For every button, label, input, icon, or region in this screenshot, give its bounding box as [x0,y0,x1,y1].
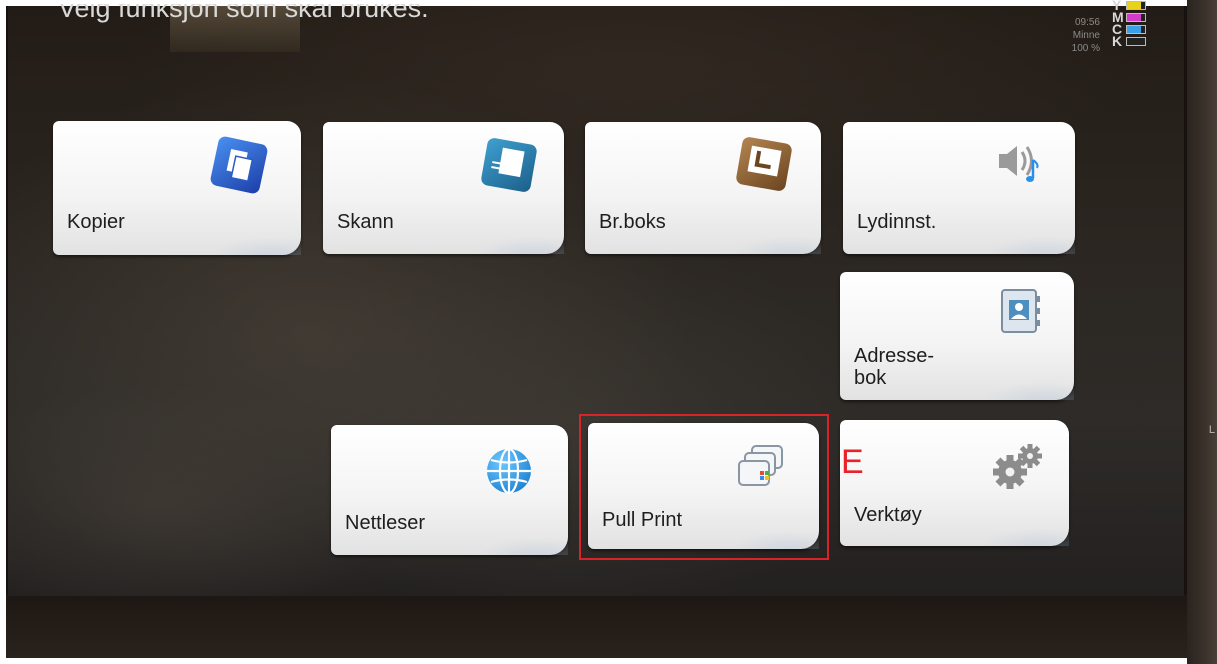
tile-verktoy[interactable]: Verktøy [840,420,1069,546]
bezel-right [1187,0,1217,664]
tile-sheen [985,216,1075,254]
tile-sheen [211,217,301,255]
tile-adressebok[interactable]: Adresse- bok [840,272,1074,400]
printer-panel-photo: Velg funksjon som skal brukes. 09:56 Min… [0,0,1217,664]
scan-icon [478,135,540,200]
memory-label: Minne [1072,30,1100,41]
tile-brboks[interactable]: Br.boks [585,122,821,254]
tile-sheen [731,216,821,254]
speaker-icon [995,138,1045,189]
tile-nettleser[interactable]: Nettleser [331,425,568,555]
annotation-letter: E [841,443,864,481]
toner-bar-magenta [1126,12,1146,22]
tile-sheen [979,508,1069,546]
tile-label-line2: bok [854,367,887,389]
memory-value: 100 % [1071,43,1100,54]
toner-letter: K [1112,33,1123,49]
tile-label: Adresse- bok [854,345,934,389]
bezel-bottom [6,594,1211,658]
edge-text: L [1208,424,1215,436]
tile-label: Br.boks [599,211,666,233]
gears-icon [990,442,1046,497]
document-box-icon [733,134,795,199]
toner-bar-cyan [1126,24,1146,34]
status-area: 09:56 Minne 100 % [1010,16,1100,55]
tile-lydinnst[interactable]: Lydinnst. [843,122,1075,254]
pull-print-highlight [579,414,829,560]
tile-kopier[interactable]: Kopier [53,121,301,255]
function-prompt: Velg funksjon som skal brukes. [58,4,429,23]
toner-levels: Y M C K [1112,0,1152,49]
tile-label: Kopier [67,211,125,233]
toner-bar-black [1126,36,1146,46]
toner-row-k: K [1112,33,1152,49]
tile-sheen [984,362,1074,400]
tile-skann[interactable]: Skann [323,122,564,254]
address-book-icon [996,286,1044,341]
tile-label-line1: Adresse- [854,345,935,367]
tile-sheen [478,517,568,555]
toner-bar-yellow [1126,0,1146,10]
tile-label: Verktøy [854,504,922,526]
tile-label: Skann [337,211,394,233]
tile-sheen [474,216,564,254]
globe-icon [485,447,533,500]
tile-label: Lydinnst. [857,211,937,233]
copy-icon [208,134,270,201]
tile-label: Nettleser [345,512,426,534]
clock: 09:56 [1074,17,1100,28]
